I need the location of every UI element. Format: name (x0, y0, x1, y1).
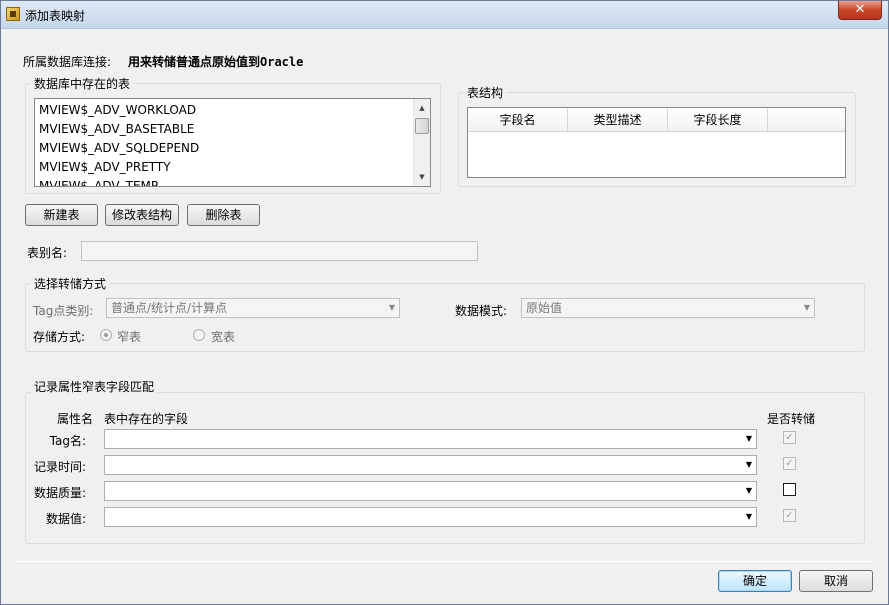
scroll-thumb[interactable] (415, 118, 429, 134)
data-value-label: 数据值: (45, 512, 86, 526)
ok-button[interactable]: 确定 (718, 570, 792, 592)
footer-divider (15, 561, 874, 562)
close-button[interactable]: ✕ (838, 1, 882, 20)
convert-header: 是否转储 (767, 412, 816, 426)
data-mode-label: 数据模式: (455, 304, 508, 318)
tables-scrollbar[interactable]: ▲ ▼ (413, 99, 430, 186)
data-mode-value: 原始值 (526, 301, 563, 315)
mapping-group-title: 记录属性窄表字段匹配 (31, 378, 158, 395)
tables-group-title: 数据库中存在的表 (31, 75, 134, 92)
chevron-down-icon: ▼ (745, 486, 752, 495)
list-item[interactable]: MVIEW$_ADV_SQLDEPEND (39, 141, 199, 155)
connection-label: 所属数据库连接: (23, 55, 112, 69)
list-item[interactable]: MVIEW$_ADV_PRETTY (39, 160, 171, 174)
tag-name-convert-checkbox[interactable]: ✓ (783, 431, 796, 444)
data-quality-label: 数据质量: (33, 486, 86, 500)
tag-type-label: Tag点类别: (33, 304, 94, 318)
list-item[interactable]: MVIEW$_ADV_TEMP (39, 179, 158, 186)
modify-table-button[interactable]: 修改表结构 (105, 204, 179, 226)
chevron-down-icon: ▼ (388, 303, 395, 312)
wide-table-label: 宽表 (211, 330, 236, 344)
scroll-up-icon[interactable]: ▲ (414, 100, 430, 116)
structure-group-title: 表结构 (464, 84, 507, 101)
alias-label: 表别名: (27, 246, 68, 260)
record-time-label: 记录时间: (33, 460, 86, 474)
chevron-down-icon: ▼ (745, 512, 752, 521)
alias-input[interactable] (81, 241, 478, 261)
storage-group-title: 选择转储方式 (31, 275, 110, 292)
tables-listbox[interactable]: MVIEW$_ADV_WORKLOAD MVIEW$_ADV_BASETABLE… (34, 98, 431, 187)
list-item[interactable]: MVIEW$_ADV_BASETABLE (39, 122, 194, 136)
data-value-convert-checkbox[interactable]: ✓ (783, 509, 796, 522)
chevron-down-icon: ▼ (745, 434, 752, 443)
data-quality-convert-checkbox[interactable] (783, 483, 796, 496)
record-time-convert-checkbox[interactable]: ✓ (783, 457, 796, 470)
add-table-mapping-dialog: 添加表映射 ✕ 所属数据库连接: 用来转储普通点原始值到Oracle 数据库中存… (0, 0, 889, 605)
scroll-down-icon[interactable]: ▼ (414, 169, 430, 185)
column-header-type[interactable]: 类型描述 (568, 108, 668, 132)
tag-type-value: 普通点/统计点/计算点 (111, 301, 228, 315)
narrow-table-radio[interactable] (100, 329, 112, 341)
attribute-name-header: 属性名 (57, 412, 94, 426)
connection-value: 用来转储普通点原始值到Oracle (128, 55, 304, 69)
data-value-field-select[interactable]: ▼ (104, 507, 757, 527)
wide-table-radio[interactable] (193, 329, 205, 341)
tag-type-select[interactable]: 普通点/统计点/计算点 ▼ (106, 298, 400, 318)
title-bar[interactable]: 添加表映射 ✕ (1, 1, 888, 29)
delete-table-button[interactable]: 删除表 (187, 204, 260, 226)
cancel-button[interactable]: 取消 (799, 570, 873, 592)
column-header-length[interactable]: 字段长度 (668, 108, 768, 132)
data-quality-field-select[interactable]: ▼ (104, 481, 757, 501)
column-header-empty (768, 108, 845, 132)
record-time-field-select[interactable]: ▼ (104, 455, 757, 475)
new-table-button[interactable]: 新建表 (25, 204, 98, 226)
tag-name-label: Tag名: (49, 434, 86, 448)
list-item[interactable]: MVIEW$_ADV_WORKLOAD (39, 103, 196, 117)
storage-mode-label: 存储方式: (33, 330, 86, 344)
app-icon (6, 7, 20, 21)
structure-grid[interactable]: 字段名 类型描述 字段长度 (467, 107, 846, 178)
narrow-table-label: 窄表 (117, 330, 142, 344)
chevron-down-icon: ▼ (803, 303, 810, 312)
window-title: 添加表映射 (25, 9, 86, 23)
tag-name-field-select[interactable]: ▼ (104, 429, 757, 449)
data-mode-select[interactable]: 原始值 ▼ (521, 298, 815, 318)
field-header: 表中存在的字段 (104, 412, 189, 426)
column-header-field-name[interactable]: 字段名 (468, 108, 568, 132)
chevron-down-icon: ▼ (745, 460, 752, 469)
